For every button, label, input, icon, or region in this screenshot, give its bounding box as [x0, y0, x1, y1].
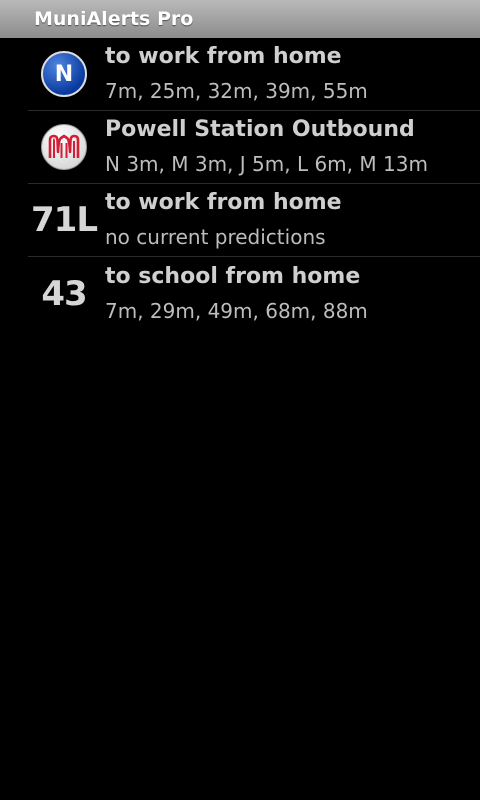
row-text: Powell Station Outbound N 3m, M 3m, J 5m… [100, 115, 428, 179]
alert-predictions: N 3m, M 3m, J 5m, L 6m, M 13m [105, 152, 428, 176]
route-number: 71L [31, 200, 98, 240]
alert-title: to work from home [105, 44, 342, 69]
alert-predictions: no current predictions [105, 225, 326, 249]
title-bar: MuniAlerts Pro [0, 0, 480, 38]
alert-title: Powell Station Outbound [105, 117, 415, 142]
row-text: to work from home 7m, 25m, 32m, 39m, 55m [100, 42, 368, 106]
row-icon-container: N [28, 51, 100, 97]
row-icon-container: 71L [28, 200, 100, 240]
list-item[interactable]: 71L to work from home no current predict… [28, 184, 480, 257]
row-icon-container: 43 [28, 274, 100, 314]
list-item[interactable]: Powell Station Outbound N 3m, M 3m, J 5m… [28, 111, 480, 184]
alert-title: to school from home [105, 263, 361, 289]
n-line-icon: N [41, 51, 87, 97]
row-text: to work from home no current predictions [100, 188, 342, 252]
alert-title: to work from home [105, 190, 342, 215]
app-title: MuniAlerts Pro [34, 8, 194, 30]
muni-logo-icon [41, 124, 87, 170]
alert-list: N to work from home 7m, 25m, 32m, 39m, 5… [28, 38, 480, 330]
alert-predictions: 7m, 29m, 49m, 68m, 88m [105, 298, 368, 323]
list-item[interactable]: N to work from home 7m, 25m, 32m, 39m, 5… [28, 38, 480, 111]
list-item[interactable]: 43 to school from home 7m, 29m, 49m, 68m… [28, 257, 480, 330]
row-icon-container [28, 124, 100, 170]
row-text: to school from home 7m, 29m, 49m, 68m, 8… [100, 262, 368, 326]
alert-predictions: 7m, 25m, 32m, 39m, 55m [105, 79, 368, 103]
route-number: 43 [41, 273, 87, 314]
